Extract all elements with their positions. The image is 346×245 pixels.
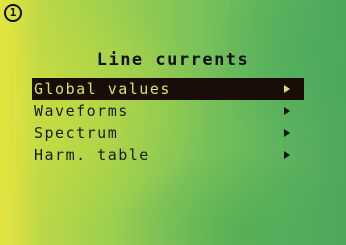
menu-item-spectrum[interactable]: Spectrum <box>32 122 304 144</box>
page-title: Line currents <box>96 50 250 70</box>
menu-item-waveforms[interactable]: Waveforms <box>32 100 304 122</box>
triangle-right-icon <box>284 151 290 159</box>
menu-item-label: Spectrum <box>34 124 119 142</box>
menu-item-label: Global values <box>34 80 171 98</box>
menu-item-global-values[interactable]: Global values <box>32 78 304 100</box>
screen-number-badge: 1 <box>4 4 22 22</box>
menu-item-harm-table[interactable]: Harm. table <box>32 144 304 166</box>
menu-item-label: Harm. table <box>34 146 150 164</box>
triangle-right-icon <box>284 85 290 93</box>
menu-list: Global values Waveforms Spectrum Harm. t… <box>32 78 304 166</box>
menu-item-label: Waveforms <box>34 102 129 120</box>
triangle-right-icon <box>284 129 290 137</box>
triangle-right-icon <box>284 107 290 115</box>
lcd-screen: 1 Line currents Global values Waveforms … <box>0 0 346 245</box>
